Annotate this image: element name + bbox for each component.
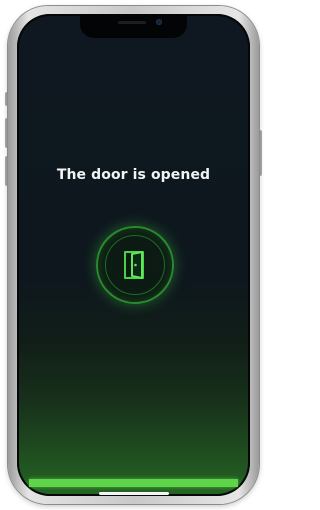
- front-camera: [156, 19, 162, 25]
- home-indicator[interactable]: [99, 492, 169, 495]
- progress-fill: [29, 479, 238, 487]
- door-status-title: The door is opened: [56, 167, 211, 183]
- speaker-grille: [118, 21, 146, 24]
- page: The door is opened: [0, 0, 267, 510]
- phone-screen: The door is opened: [17, 14, 250, 496]
- progress-bar: [29, 479, 238, 487]
- door-toggle-button[interactable]: [96, 226, 174, 304]
- notch: [80, 14, 187, 38]
- door-open-icon: [124, 251, 144, 279]
